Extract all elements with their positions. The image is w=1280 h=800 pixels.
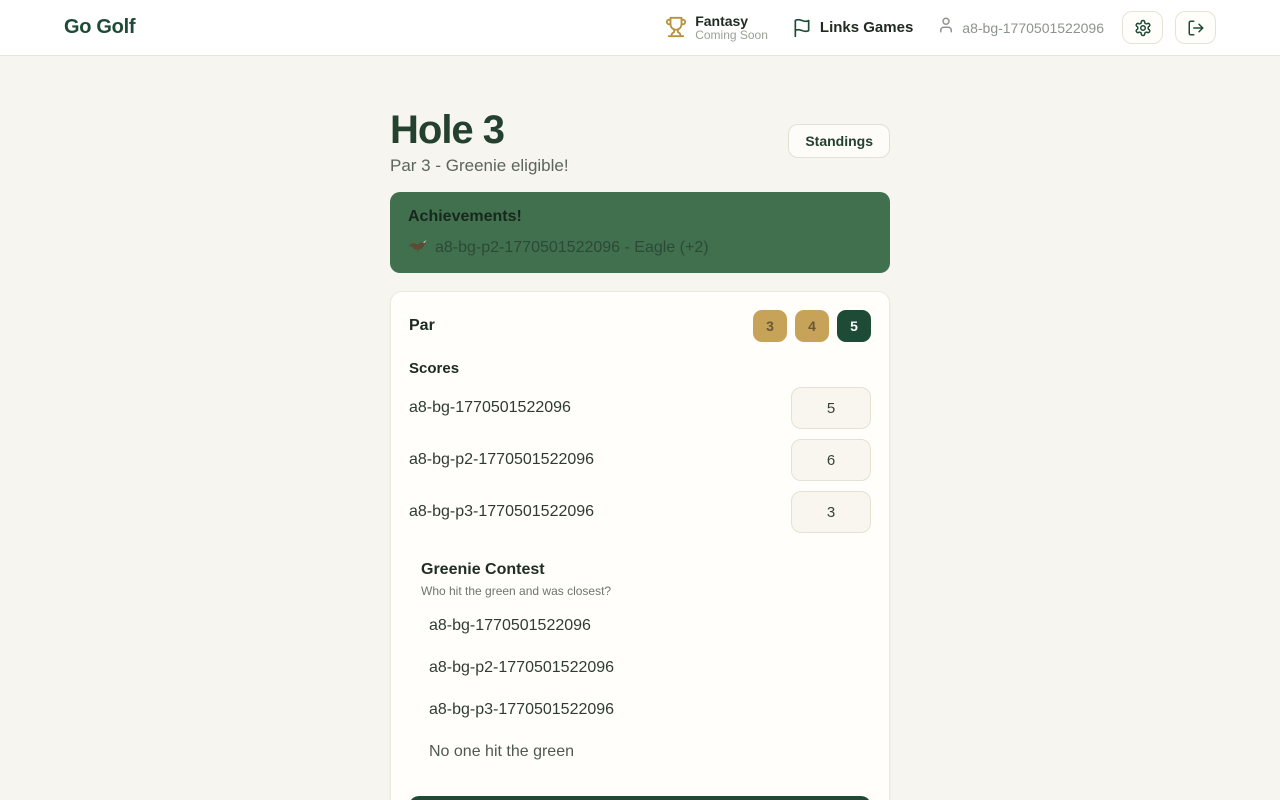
header-actions [1122,11,1216,44]
user-icon [937,16,955,39]
title-row: Hole 3 Par 3 - Greenie eligible! Standin… [390,108,890,176]
par-button-5[interactable]: 5 [837,310,871,342]
links-games-label: Links Games [820,19,913,36]
greenie-option-no-one[interactable]: No one hit the green [421,731,871,773]
header-username: a8-bg-1770501522096 [962,20,1104,36]
gear-icon [1134,19,1152,37]
flag-icon [792,18,812,38]
achievement-text: a8-bg-p2-1770501522096 - Eagle (+2) [435,239,709,257]
page-subtitle: Par 3 - Greenie eligible! [390,156,569,176]
logout-icon [1187,19,1205,37]
eagle-icon [408,238,427,257]
par-selector: 3 4 5 [753,310,871,342]
player-name: a8-bg-p2-1770501522096 [409,451,594,469]
score-input-player-2[interactable] [791,439,871,481]
score-input-player-3[interactable] [791,491,871,533]
greenie-option-player-1[interactable]: a8-bg-1770501522096 [421,605,871,647]
greenie-contest: Greenie Contest Who hit the green and wa… [409,561,871,773]
greenie-option-player-2[interactable]: a8-bg-p2-1770501522096 [421,647,871,689]
achievement-item: a8-bg-p2-1770501522096 - Eagle (+2) [408,238,872,257]
standings-button[interactable]: Standings [788,124,890,158]
par-label: Par [409,317,435,335]
logout-button[interactable] [1175,11,1216,44]
score-row: a8-bg-1770501522096 [409,387,871,429]
score-input-player-1[interactable] [791,387,871,429]
hole-scorecard: Par 3 4 5 Scores a8-bg-1770501522096 a8-… [390,291,890,800]
main-content: Hole 3 Par 3 - Greenie eligible! Standin… [390,56,890,800]
greenie-title: Greenie Contest [421,561,871,579]
par-row: Par 3 4 5 [409,310,871,342]
player-name: a8-bg-p3-1770501522096 [409,503,594,521]
user-chip: a8-bg-1770501522096 [937,16,1104,39]
score-row: a8-bg-p3-1770501522096 [409,491,871,533]
fantasy-label: Fantasy [695,13,768,29]
submit-scores-button[interactable] [409,796,871,800]
par-button-3[interactable]: 3 [753,310,787,342]
score-row: a8-bg-p2-1770501522096 [409,439,871,481]
achievements-banner: Achievements! a8-bg-p2-1770501522096 - E… [390,192,890,273]
fantasy-sublabel: Coming Soon [695,29,768,43]
par-button-4[interactable]: 4 [795,310,829,342]
greenie-options: a8-bg-1770501522096 a8-bg-p2-17705015220… [421,605,871,773]
nav-item-fantasy[interactable]: Fantasy Coming Soon [665,13,768,43]
page-title: Hole 3 [390,108,569,152]
app-header: Go Golf Fantasy Coming Soon [0,0,1280,56]
player-name: a8-bg-1770501522096 [409,399,571,417]
header-nav: Fantasy Coming Soon Links Games a8-bg-17… [665,11,1216,44]
achievements-title: Achievements! [408,208,872,226]
scores-heading: Scores [409,360,871,377]
trophy-icon [665,16,687,38]
app-logo[interactable]: Go Golf [64,16,135,39]
greenie-subtitle: Who hit the green and was closest? [421,584,871,598]
nav-item-links-games[interactable]: Links Games [792,18,913,38]
settings-button[interactable] [1122,11,1163,44]
greenie-option-player-3[interactable]: a8-bg-p3-1770501522096 [421,689,871,731]
